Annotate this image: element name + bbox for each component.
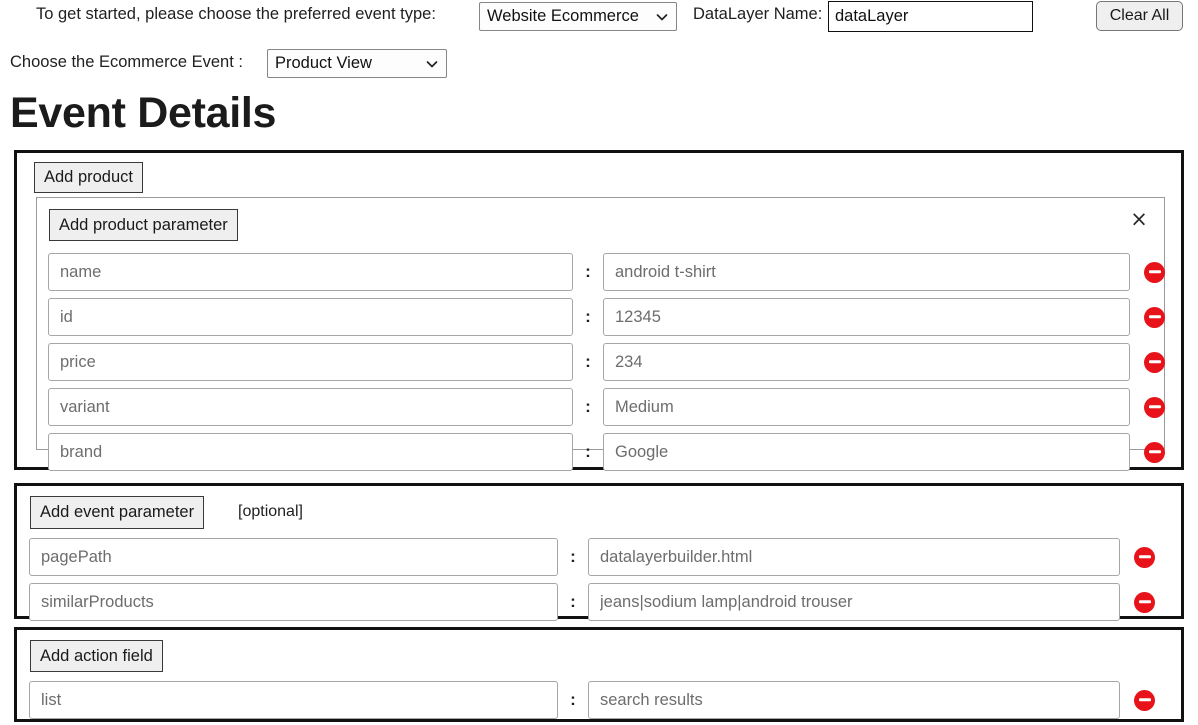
product-parameter-row: : [48, 298, 1165, 336]
chevron-down-icon [656, 13, 668, 20]
datalayer-name-input[interactable] [828, 1, 1033, 32]
action-field-row: : [29, 681, 1155, 719]
remove-circle-icon[interactable] [1134, 591, 1155, 613]
clear-all-button[interactable]: Clear All [1096, 1, 1183, 31]
product-parameter-value-input[interactable] [603, 433, 1130, 471]
kv-separator: : [585, 397, 591, 416]
remove-circle-icon[interactable] [1144, 306, 1165, 328]
add-product-parameter-button[interactable]: Add product parameter [49, 209, 238, 241]
kv-separator: : [570, 592, 576, 611]
product-parameter-value-input[interactable] [603, 388, 1130, 426]
action-field-key-input[interactable] [29, 681, 558, 719]
event-parameter-key-input[interactable] [29, 583, 558, 621]
product-parameter-row: : [48, 343, 1165, 381]
add-product-button[interactable]: Add product [34, 162, 143, 193]
product-parameter-row: : [48, 388, 1165, 426]
event-parameter-row: : [29, 583, 1155, 621]
action-field-section: Add action field : [14, 627, 1184, 722]
event-parameter-value-input[interactable] [588, 583, 1120, 621]
product-parameter-row: : [48, 253, 1165, 291]
event-type-select[interactable]: Website Ecommerce [479, 2, 677, 31]
event-parameter-section: Add event parameter [optional] : : [14, 483, 1184, 621]
product-parameter-key-input[interactable] [48, 298, 573, 336]
product-parameter-row: : [48, 433, 1165, 471]
event-parameter-key-input[interactable] [29, 538, 558, 576]
product-parameter-key-input[interactable] [48, 433, 573, 471]
product-section: Add product Add product parameter × : : … [14, 150, 1184, 471]
kv-separator: : [585, 262, 591, 281]
kv-separator: : [585, 352, 591, 371]
product-parameter-value-input[interactable] [603, 253, 1130, 291]
event-parameter-optional-note: [optional] [238, 503, 303, 520]
action-field-value-input[interactable] [588, 681, 1120, 719]
remove-circle-icon[interactable] [1144, 351, 1165, 373]
product-parameter-value-input[interactable] [603, 343, 1130, 381]
close-icon[interactable]: × [1128, 208, 1150, 230]
product-parameter-value-input[interactable] [603, 298, 1130, 336]
product-parameter-key-input[interactable] [48, 343, 573, 381]
ecommerce-event-select[interactable]: Product View [267, 49, 447, 78]
add-event-parameter-button[interactable]: Add event parameter [30, 496, 205, 529]
product-card: Add product parameter × : : : : [36, 197, 1165, 471]
product-parameter-key-input[interactable] [48, 388, 573, 426]
event-parameter-value-input[interactable] [588, 538, 1120, 576]
ecommerce-event-label: Choose the Ecommerce Event : [10, 53, 243, 71]
kv-separator: : [585, 307, 591, 326]
kv-separator: : [585, 442, 591, 461]
remove-circle-icon[interactable] [1134, 689, 1155, 711]
remove-circle-icon[interactable] [1144, 441, 1165, 463]
add-action-field-button[interactable]: Add action field [30, 640, 163, 672]
chevron-down-icon [426, 60, 438, 67]
ecommerce-event-select-value: Product View [275, 54, 372, 72]
datalayer-name-label: DataLayer Name: [693, 5, 823, 23]
event-type-label: To get started, please choose the prefer… [36, 5, 436, 23]
event-type-select-value: Website Ecommerce [487, 7, 639, 25]
product-parameter-key-input[interactable] [48, 253, 573, 291]
remove-circle-icon[interactable] [1134, 546, 1155, 568]
remove-circle-icon[interactable] [1144, 261, 1165, 283]
kv-separator: : [570, 690, 576, 709]
remove-circle-icon[interactable] [1144, 396, 1165, 418]
kv-separator: : [570, 547, 576, 566]
event-parameter-row: : [29, 538, 1155, 576]
page-title: Event Details [10, 89, 277, 137]
